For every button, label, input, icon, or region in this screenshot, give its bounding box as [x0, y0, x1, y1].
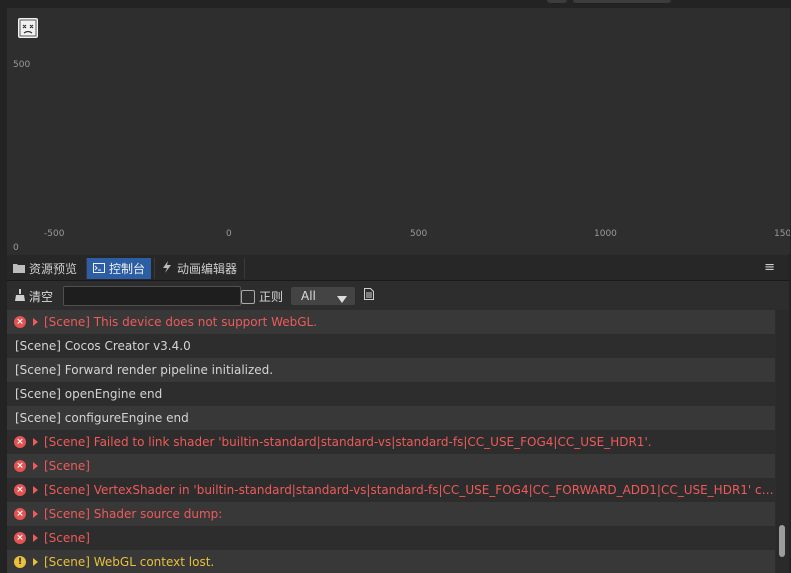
log-row-error[interactable]: × [Scene] This device does not support We… [7, 310, 775, 334]
log-message: [Scene] WebGL context lost. [44, 555, 215, 569]
log-row-warn[interactable]: ! [Scene] WebGL context lost. [7, 550, 775, 573]
chevron-down-icon [337, 292, 347, 306]
log-message: [Scene] This device does not support Web… [44, 315, 318, 329]
broom-icon [15, 289, 25, 304]
clear-label: 清空 [29, 290, 54, 304]
search-input[interactable] [63, 286, 241, 306]
warning-icon: ! [14, 556, 26, 568]
error-icon: × [14, 460, 26, 472]
expand-caret-icon[interactable] [33, 534, 38, 542]
open-log-file-icon[interactable] [364, 288, 374, 300]
expand-caret-icon[interactable] [33, 462, 38, 470]
regex-checkbox[interactable] [241, 289, 255, 304]
log-row-error[interactable]: × [Scene] VertexShader in 'builtin-standa… [7, 478, 775, 502]
tab-asset-preview[interactable]: 资源预览 [7, 258, 83, 279]
log-row-info[interactable]: [Scene] Forward render pipeline initiali… [7, 358, 775, 382]
console-toolbar: 清空 正则 All [7, 281, 789, 309]
x-axis-tick: -500 [44, 229, 65, 239]
folder-icon [13, 262, 25, 276]
console-icon [93, 262, 105, 276]
log-message: [Scene] VertexShader in 'builtin-standar… [44, 483, 774, 497]
log-row-error[interactable]: × [Scene] [7, 526, 775, 550]
tab-divider [244, 258, 245, 279]
scene-view[interactable]: 500 0 -500 0 500 1000 150 [7, 8, 790, 254]
broken-image-icon [18, 18, 38, 38]
clear-button[interactable]: 清空 [15, 288, 53, 305]
expand-caret-icon[interactable] [33, 438, 38, 446]
console-log-list[interactable]: × [Scene] This device does not support We… [7, 310, 775, 573]
log-message: [Scene] [44, 459, 90, 473]
error-icon: × [14, 508, 26, 520]
x-axis-tick: 500 [410, 229, 428, 239]
scrollbar-thumb[interactable] [779, 525, 785, 557]
error-icon: × [14, 436, 26, 448]
log-level-value: All [301, 289, 316, 303]
x-axis-tick: 150 [774, 229, 790, 239]
log-row-info[interactable]: [Scene] Cocos Creator v3.4.0 [7, 334, 775, 358]
log-level-select[interactable]: All [291, 287, 355, 305]
log-message: [Scene] Cocos Creator v3.4.0 [15, 339, 191, 353]
regex-toggle[interactable]: 正则 [241, 288, 283, 305]
tab-console[interactable]: 控制台 [87, 258, 152, 279]
log-message: [Scene] Forward render pipeline initiali… [15, 363, 274, 377]
log-message: [Scene] Failed to link shader 'builtin-s… [44, 435, 652, 449]
log-message: [Scene] configureEngine end [15, 411, 189, 425]
tab-label: 控制台 [109, 262, 146, 276]
log-row-error[interactable]: × [Scene] Failed to link shader 'builtin-… [7, 430, 775, 454]
expand-caret-icon[interactable] [33, 486, 38, 494]
animation-icon [161, 261, 173, 276]
y-axis-tick: 500 [13, 60, 31, 70]
expand-caret-icon[interactable] [33, 510, 38, 518]
panel-menu-icon[interactable]: ≡ [764, 260, 775, 275]
log-message: [Scene] Shader source dump: [44, 507, 223, 521]
regex-label: 正则 [259, 290, 284, 304]
expand-caret-icon[interactable] [33, 558, 38, 566]
expand-caret-icon[interactable] [33, 318, 38, 326]
top-toolbar-dropdown[interactable] [573, 0, 671, 3]
error-icon: × [14, 484, 26, 496]
top-toolbar-button[interactable] [547, 0, 567, 3]
top-toolbar-strip [0, 0, 791, 8]
log-row-info[interactable]: [Scene] openEngine end [7, 382, 775, 406]
y-axis-tick: 0 [13, 243, 19, 253]
log-scrollbar[interactable] [776, 310, 789, 573]
error-icon: × [14, 532, 26, 544]
tab-label: 资源预览 [29, 262, 78, 276]
x-axis-tick: 0 [226, 229, 232, 239]
log-row-info[interactable]: [Scene] configureEngine end [7, 406, 775, 430]
tab-label: 动画编辑器 [177, 262, 238, 276]
x-axis-tick: 1000 [594, 229, 617, 239]
panel-tab-bar: 资源预览 控制台 动画编辑器 ≡ [7, 255, 789, 281]
log-row-error[interactable]: × [Scene] [7, 454, 775, 478]
error-icon: × [14, 316, 26, 328]
left-panel-edge [0, 0, 7, 573]
log-message: [Scene] openEngine end [15, 387, 163, 401]
tab-animation-editor[interactable]: 动画编辑器 [155, 258, 243, 279]
log-row-error[interactable]: × [Scene] Shader source dump: [7, 502, 775, 526]
log-message: [Scene] [44, 531, 90, 545]
